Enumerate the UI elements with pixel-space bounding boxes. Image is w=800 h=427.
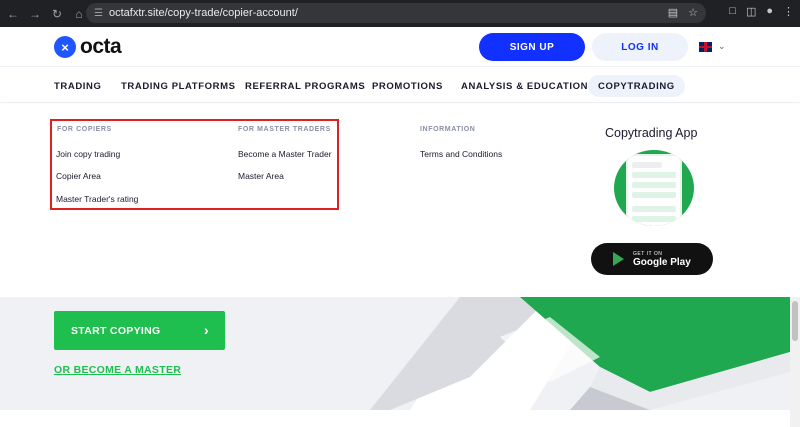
chevron-down-icon: ⌄ — [718, 41, 726, 51]
translate-icon[interactable]: ▤ — [668, 6, 678, 19]
logo-mark-icon: × — [54, 36, 76, 58]
arrow-right-icon[interactable]: → — [26, 5, 44, 23]
start-copying-label: START COPYING — [71, 324, 161, 337]
star-icon[interactable]: ☆ — [688, 6, 698, 19]
browser-toolbar: ← → ↻ ⌂ ☰ octafxtr.site/copy-trade/copie… — [0, 0, 800, 27]
chevron-right-icon: › — [204, 322, 209, 338]
page-bottom — [0, 410, 790, 427]
extensions-icon[interactable]: □ — [729, 5, 736, 18]
phone-mockup — [628, 156, 680, 226]
become-master-link[interactable]: OR BECOME A MASTER — [54, 364, 181, 376]
octa-logo[interactable]: × octa — [54, 35, 122, 59]
scrollbar[interactable] — [790, 297, 800, 427]
copytrading-app-title: Copytrading App — [605, 126, 698, 140]
start-copying-button[interactable]: START COPYING › — [54, 311, 225, 350]
google-play-big-text: Google Play — [633, 256, 691, 268]
uk-flag-icon — [699, 41, 712, 52]
site-info-icon[interactable]: ☰ — [94, 8, 103, 19]
link-master-area[interactable]: Master Area — [238, 171, 284, 181]
more-menu-icon[interactable]: ⋮ — [783, 5, 794, 18]
link-join-copy-trading[interactable]: Join copy trading — [56, 149, 120, 159]
menu-item-referral-programs[interactable]: REFERRAL PROGRAMS — [237, 75, 373, 97]
section-title-master-traders: FOR MASTER TRADERS — [238, 126, 331, 133]
address-url[interactable]: octafxtr.site/copy-trade/copier-account/ — [109, 7, 298, 19]
language-selector[interactable]: ⌄ — [699, 41, 726, 52]
menu-item-trading-platforms[interactable]: TRADING PLATFORMS — [113, 75, 244, 97]
link-terms-and-conditions[interactable]: Terms and Conditions — [420, 149, 502, 159]
login-button[interactable]: LOG IN — [592, 33, 688, 61]
hero-illustration — [370, 297, 790, 410]
hero-section: START COPYING › OR BECOME A MASTER ▸ — [0, 297, 790, 410]
logo-text: octa — [80, 35, 122, 58]
link-become-master-trader[interactable]: Become a Master Trader — [238, 149, 332, 159]
profile-icon[interactable]: ● — [766, 5, 773, 18]
google-play-button[interactable]: GET IT ON Google Play — [591, 243, 713, 275]
menu-item-promotions[interactable]: PROMOTIONS — [364, 75, 451, 97]
google-play-icon — [613, 252, 624, 266]
section-title-copiers: FOR COPIERS — [57, 126, 112, 133]
site-header: × octa SIGN UP LOG IN ⌄ — [0, 27, 800, 67]
app-preview-image — [614, 150, 694, 226]
copytrading-dropdown: FOR COPIERS Join copy trading Copier Are… — [0, 104, 800, 297]
link-master-traders-rating[interactable]: Master Trader's rating — [56, 194, 138, 204]
menu-item-trading[interactable]: TRADING — [46, 75, 109, 97]
section-title-information: INFORMATION — [420, 126, 476, 133]
arrow-left-icon[interactable]: ← — [4, 5, 22, 23]
address-bar[interactable]: ☰ octafxtr.site/copy-trade/copier-accoun… — [86, 3, 706, 23]
link-copier-area[interactable]: Copier Area — [56, 171, 101, 181]
arrow-right-small-icon: ▸ — [174, 367, 178, 374]
signup-button[interactable]: SIGN UP — [479, 33, 585, 61]
main-menu: TRADING TRADING PLATFORMS REFERRAL PROGR… — [0, 67, 800, 103]
menu-item-analysis-education[interactable]: ANALYSIS & EDUCATION — [453, 75, 596, 97]
scrollbar-thumb[interactable] — [792, 301, 798, 341]
menu-item-copytrading[interactable]: COPYTRADING — [588, 75, 685, 97]
side-panel-icon[interactable]: ◫ — [746, 5, 756, 18]
reload-icon[interactable]: ↻ — [48, 5, 66, 23]
